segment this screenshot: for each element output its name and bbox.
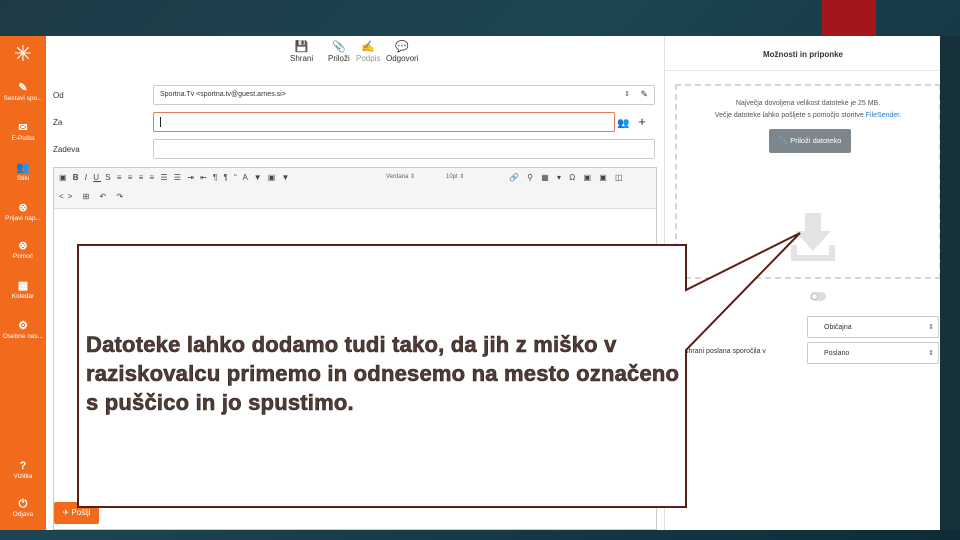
report-icon: ⊗: [18, 202, 28, 214]
calendar-icon: ▦: [17, 280, 29, 292]
floppy-icon: 💾: [294, 41, 309, 53]
select-arrows-icon: ⇕: [928, 324, 934, 331]
receipt-label: e: [731, 294, 735, 301]
sidebar-item-help[interactable]: ⊗ Pomoč: [0, 240, 46, 261]
editor-toolbar: ▣ B I U S ≡ ≡ ≡ ≡ ☰ ☰ ⇥ ⇤ ¶ ¶ “ A ▼ ▣ ▼ …: [54, 168, 656, 209]
filesender-link[interactable]: FileSender.: [866, 112, 901, 119]
select-arrows-icon: ⇕: [928, 350, 934, 357]
paperclip-icon: 📎: [332, 41, 346, 53]
callout-text: Datoteke lahko dodamo tudi tako, da jih …: [86, 332, 680, 416]
answers-button[interactable]: 💬 Odgovori: [386, 40, 418, 63]
question-icon: ?: [19, 460, 27, 472]
sidebar-item-logout[interactable]: ⏻ Odjava: [0, 498, 46, 519]
pencil-icon[interactable]: ✎: [640, 89, 648, 100]
paperclip-icon: 📎: [778, 136, 788, 145]
slide-background-strip: [940, 36, 960, 530]
address-tools: 👥 +: [617, 114, 646, 129]
panel-title: Možnosti in priponke: [763, 50, 843, 59]
help-circle-icon: ⊗: [18, 240, 28, 252]
compose-icon: ✎: [18, 82, 28, 94]
subject-input[interactable]: [153, 139, 655, 159]
from-label: Od: [53, 91, 64, 100]
save-button[interactable]: 💾 Shrani: [290, 40, 313, 63]
sidebar: ✳ ✎ Sestavi spo... ✉ E-Pošta 👥 Stiki ⊗ P…: [0, 36, 46, 530]
select-arrows-icon: ⇕: [624, 91, 630, 98]
saved-folder-label: shrani poslana sporočila v: [685, 348, 766, 355]
insert-buttons[interactable]: 🔗 ⚲ ▦ ▾ Ω ▣ ▣ ◫: [509, 173, 626, 182]
from-select[interactable]: Sportna.Tv <sportna.tv@guest.arnes.si> ⇕…: [153, 85, 655, 105]
envelope-icon: ✉: [18, 122, 28, 134]
sidebar-item-calendar[interactable]: ▦ Koledar: [0, 280, 46, 301]
read-receipt-toggle[interactable]: [810, 292, 826, 301]
font-select[interactable]: Verdana ⇕: [386, 171, 438, 183]
power-icon: ⏻: [18, 498, 28, 510]
paper-plane-icon: ✈: [62, 508, 70, 517]
size-select[interactable]: 10pt ⇕: [446, 171, 498, 183]
email-client-window: ✳ ✎ Sestavi spo... ✉ E-Pošta 👥 Stiki ⊗ P…: [0, 36, 940, 530]
sidebar-item-compose[interactable]: ✎ Sestavi spo...: [0, 82, 46, 103]
add-recipient-icon[interactable]: +: [638, 114, 646, 129]
speech-bubble-icon: 💬: [395, 41, 410, 53]
contacts-picker-icon[interactable]: 👥: [617, 118, 629, 129]
gear-icon: ⚙: [18, 320, 28, 332]
format-buttons[interactable]: ▣ B I U S ≡ ≡ ≡ ≡ ☰ ☰ ⇥ ⇤ ¶ ¶ “ A ▼ ▣ ▼: [59, 173, 291, 182]
text-caret: [160, 117, 161, 127]
send-button[interactable]: ✈ Pošlji: [54, 502, 99, 524]
divider: [665, 70, 940, 71]
priority-select[interactable]: Običajna ⇕: [807, 316, 939, 338]
sidebar-item-contacts[interactable]: 👥 Stiki: [0, 162, 46, 183]
to-input[interactable]: [153, 112, 615, 132]
contacts-icon: 👥: [16, 162, 30, 174]
attach-button[interactable]: 📎 Priloži: [328, 40, 350, 63]
download-icon: [791, 213, 835, 261]
sidebar-item-settings[interactable]: ⚙ Osebne nas...: [0, 320, 46, 341]
signature-button[interactable]: ✍ Podpis: [356, 40, 380, 63]
signature-icon: ✍: [361, 41, 376, 53]
upload-info: Največja dovoljena velikost datoteke je …: [714, 100, 902, 119]
attachment-drop-zone[interactable]: Največja dovoljena velikost datoteke je …: [675, 84, 940, 279]
options-panel: Možnosti in priponke Največja dovoljena …: [664, 36, 940, 530]
sidebar-item-report[interactable]: ⊗ Prijavi nap...: [0, 202, 46, 223]
logo-icon: ✳: [13, 41, 33, 66]
sidebar-item-vcard[interactable]: ? Vizitka: [0, 460, 46, 481]
sidebar-item-email[interactable]: ✉ E-Pošta: [0, 122, 46, 143]
to-label: Za: [53, 118, 63, 127]
attach-file-button[interactable]: 📎 Priloži datoteko: [769, 129, 851, 153]
saved-folder-select[interactable]: Poslano ⇕: [807, 342, 939, 364]
history-buttons[interactable]: <> ⊞ ↶ ↷: [59, 192, 127, 201]
slide-accent-tab: [822, 0, 876, 36]
subject-label: Zadeva: [53, 145, 80, 154]
